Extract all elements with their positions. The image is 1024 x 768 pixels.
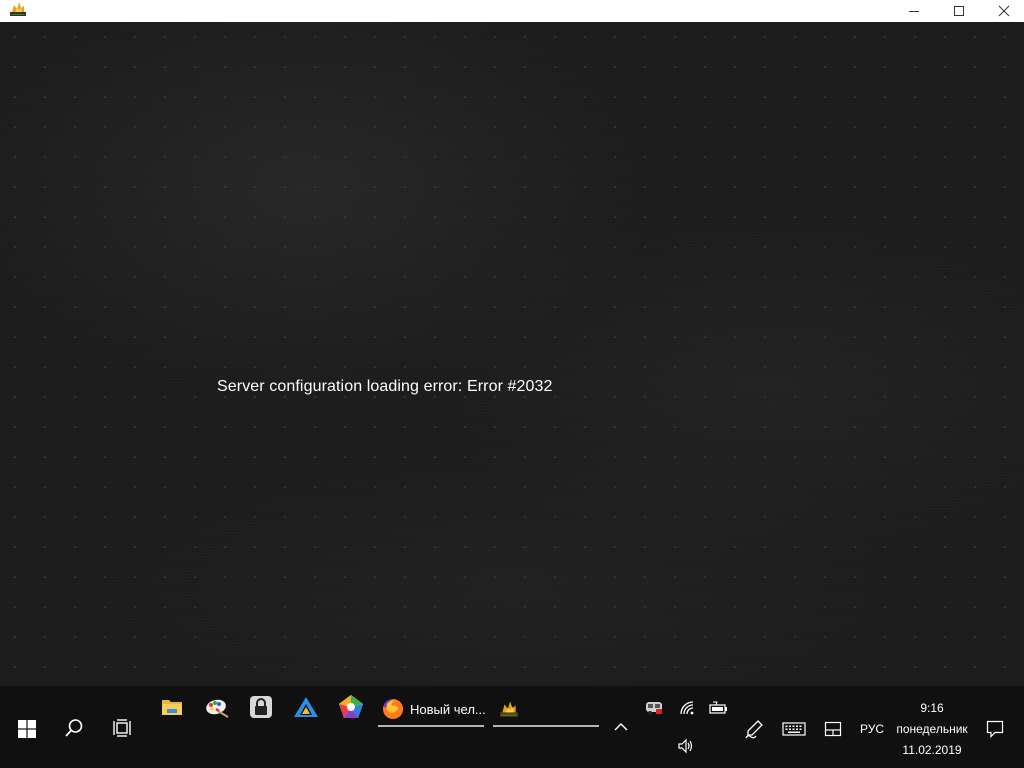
game-flame-icon (497, 697, 521, 721)
wifi-icon (680, 701, 694, 715)
tray-volume[interactable] (675, 736, 697, 756)
maximize-button[interactable] (936, 0, 982, 22)
clock-day: понедельник (896, 722, 968, 736)
action-center-icon (986, 720, 1004, 738)
minimize-icon (909, 11, 919, 12)
maximize-icon (954, 6, 964, 16)
close-button[interactable] (981, 0, 1024, 22)
touch-keyboard-icon (782, 722, 806, 736)
running-indicator (378, 725, 484, 727)
running-firefox-label: Новый чел... (410, 701, 486, 717)
taskbar: Новый чел... РУС 9:16 понедельник 11.02.… (0, 686, 1024, 768)
game-canvas[interactable]: Server configuration loading error: Erro… (0, 22, 1024, 686)
start-button[interactable] (14, 716, 40, 742)
pinned-triangle-app[interactable] (291, 694, 321, 720)
firefox-icon (382, 697, 404, 721)
clock-date: 11.02.2019 (902, 743, 962, 757)
tablet-mode-button[interactable] (822, 718, 844, 740)
paint-icon (206, 699, 229, 718)
battery-icon (709, 701, 727, 714)
game-flame-icon (9, 1, 27, 17)
error-message: Server configuration loading error: Erro… (217, 378, 553, 395)
touch-keyboard-button[interactable] (781, 719, 807, 739)
running-game[interactable] (493, 692, 599, 727)
task-view-button[interactable] (109, 714, 137, 742)
running-firefox[interactable]: Новый чел... (378, 692, 486, 727)
bus-app-icon (646, 702, 662, 715)
windows-start-icon (18, 720, 36, 738)
pentagon-app-icon (339, 695, 363, 718)
task-view-icon (113, 719, 131, 737)
search-button[interactable] (60, 714, 88, 742)
pinned-file-explorer[interactable] (157, 694, 187, 720)
show-hidden-icons-button[interactable] (610, 716, 632, 738)
tray-bus-app[interactable] (643, 698, 665, 718)
tablet-mode-icon (824, 721, 842, 737)
file-explorer-icon (162, 700, 182, 715)
pen-workspace-button[interactable] (742, 718, 766, 740)
tray-battery[interactable] (707, 698, 729, 718)
action-center-button[interactable] (983, 717, 1007, 741)
pinned-lock-app[interactable] (246, 694, 276, 720)
lock-app-icon (250, 696, 272, 718)
title-bar (0, 0, 1024, 22)
chevron-up-icon (614, 723, 628, 731)
clock[interactable]: 9:16 понедельник 11.02.2019 (893, 698, 971, 761)
pen-workspace-icon (745, 720, 763, 739)
pinned-paint[interactable] (202, 694, 232, 720)
minimize-button[interactable] (891, 0, 937, 22)
triangle-app-icon (294, 697, 318, 717)
running-indicator (493, 725, 599, 727)
volume-icon (678, 738, 693, 754)
search-icon (65, 719, 83, 737)
input-language-indicator[interactable]: РУС (856, 719, 888, 739)
clock-time: 9:16 (920, 701, 944, 715)
tray-wifi[interactable] (677, 698, 699, 718)
pinned-pentagon-app[interactable] (336, 694, 366, 720)
close-icon (998, 5, 1010, 17)
